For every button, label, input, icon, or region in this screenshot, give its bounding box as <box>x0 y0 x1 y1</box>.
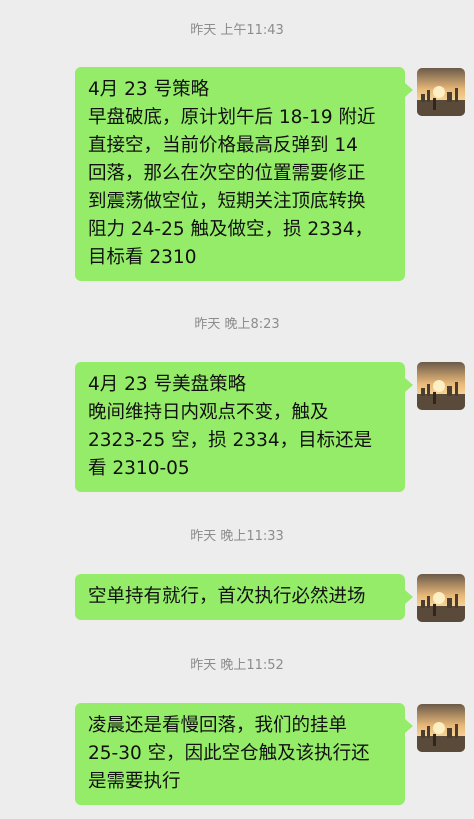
sunset-cityscape-avatar-icon[interactable] <box>417 362 465 410</box>
avatar-image <box>417 704 465 752</box>
message-bubble[interactable]: 4月 23 号策略 早盘破底，原计划午后 18-19 附近 直接空，当前价格最高… <box>75 67 413 281</box>
message-bubble[interactable]: 凌晨还是看慢回落，我们的挂单 25-30 空，因此空仓触及该执行还 是需要执行 <box>75 703 413 805</box>
message-timestamp: 昨天 上午11:43 <box>190 23 284 38</box>
avatar-image <box>417 574 465 622</box>
message-timestamp: 昨天 晚上11:33 <box>190 529 284 544</box>
avatar-image <box>417 362 465 410</box>
avatar-image <box>417 68 465 116</box>
message-timestamp: 昨天 晚上11:52 <box>190 658 284 673</box>
sunset-cityscape-avatar-icon[interactable] <box>417 574 465 622</box>
message-bubble[interactable]: 空单持有就行，首次执行必然进场 <box>75 574 413 620</box>
message-timestamp: 昨天 晚上8:23 <box>194 317 280 332</box>
sunset-cityscape-avatar-icon[interactable] <box>417 68 465 116</box>
message-bubble[interactable]: 4月 23 号美盘策略 晚间维持日内观点不变，触及 2323-25 空，损 23… <box>75 362 413 492</box>
sunset-cityscape-avatar-icon[interactable] <box>417 704 465 752</box>
